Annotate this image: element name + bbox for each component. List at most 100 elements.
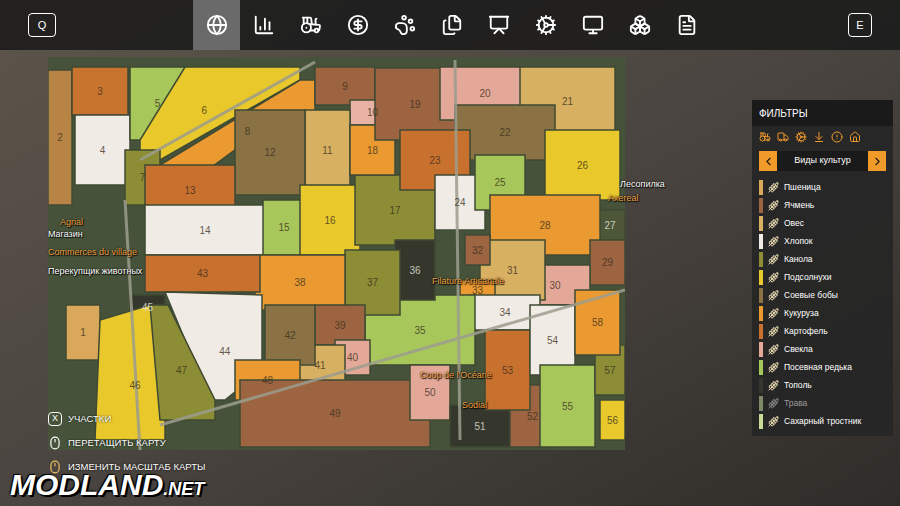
field[interactable] — [240, 380, 430, 447]
field-number: 1 — [80, 327, 86, 338]
place-label[interactable]: Agrial — [60, 217, 83, 228]
field-number: 16 — [324, 215, 336, 226]
menu-tab[interactable] — [240, 0, 287, 50]
crop-item[interactable]: Сахарный тростник — [759, 412, 886, 430]
field[interactable] — [145, 205, 265, 255]
field[interactable] — [545, 130, 620, 200]
menu-tab[interactable] — [193, 0, 240, 50]
menu-tab[interactable] — [475, 0, 522, 50]
field[interactable] — [145, 255, 260, 292]
selector-next[interactable] — [868, 151, 886, 171]
field-number: 14 — [199, 225, 211, 236]
field-number: 53 — [502, 365, 514, 376]
menu-tab[interactable] — [522, 0, 569, 50]
crop-item[interactable]: Трава — [759, 394, 886, 412]
crop-item[interactable]: Свекла — [759, 340, 886, 358]
crop-swatch — [759, 378, 763, 393]
field[interactable] — [590, 240, 625, 285]
field-number: 26 — [577, 160, 589, 171]
field-number: 24 — [454, 197, 466, 208]
crop-item[interactable]: Хлопок — [759, 232, 886, 250]
crop-swatch — [759, 216, 763, 231]
place-label[interactable]: Coop de l'Océane — [420, 370, 492, 381]
filter-icon[interactable] — [831, 131, 843, 143]
menu-tab[interactable] — [616, 0, 663, 50]
field[interactable] — [305, 110, 350, 190]
menu-tab[interactable] — [334, 0, 381, 50]
menu-tab[interactable] — [287, 0, 334, 50]
field[interactable] — [235, 110, 305, 195]
filter-icons — [752, 126, 893, 148]
field[interactable] — [395, 240, 435, 300]
field-number: 32 — [472, 245, 484, 256]
field-number: 51 — [474, 421, 486, 432]
menu-tab[interactable] — [381, 0, 428, 50]
filter-icon[interactable] — [777, 131, 789, 143]
field[interactable] — [75, 115, 130, 185]
crop-icon — [768, 254, 779, 265]
field[interactable] — [575, 290, 620, 355]
field[interactable] — [300, 185, 360, 255]
field[interactable] — [255, 255, 345, 310]
field-number: 36 — [409, 265, 421, 276]
place-label[interactable]: Axereal — [608, 193, 639, 204]
next-key[interactable]: E — [848, 13, 872, 37]
field-number: 50 — [424, 387, 436, 398]
crop-icon — [768, 308, 779, 319]
menu-tab[interactable] — [569, 0, 616, 50]
tab-icon — [253, 14, 275, 36]
crop-item[interactable]: Ячмень — [759, 196, 886, 214]
field[interactable] — [48, 70, 72, 205]
field-number: 33 — [472, 285, 484, 296]
key-badge: X — [48, 412, 62, 426]
filter-icon[interactable] — [759, 131, 771, 143]
crop-swatch — [759, 306, 763, 321]
tab-icon — [206, 14, 228, 36]
crop-item[interactable]: Соевые бобы — [759, 286, 886, 304]
field-number: 31 — [507, 265, 519, 276]
field[interactable] — [265, 305, 315, 365]
field[interactable] — [263, 200, 305, 255]
crop-item[interactable]: Овес — [759, 214, 886, 232]
menu-tab[interactable] — [663, 0, 710, 50]
crop-item[interactable]: Подсолнухи — [759, 268, 886, 286]
place-label[interactable]: Перекупщик животных — [48, 266, 142, 277]
crop-item[interactable]: Картофель — [759, 322, 886, 340]
crop-item[interactable]: Тополь — [759, 376, 886, 394]
field-number: 29 — [602, 257, 614, 268]
crop-swatch — [759, 198, 763, 213]
crop-item[interactable]: Канола — [759, 250, 886, 268]
crop-icon — [768, 362, 779, 373]
field-number: 38 — [294, 277, 306, 288]
controls-help: XУЧАСТКИПЕРЕТАЩИТЬ КАРТУИЗМЕНИТЬ МАСШТАБ… — [48, 410, 205, 476]
crop-item[interactable]: Пшеница — [759, 178, 886, 196]
field-number: 6 — [201, 105, 207, 116]
field[interactable] — [150, 305, 215, 420]
crop-selector[interactable]: Виды культур — [759, 151, 886, 171]
place-label[interactable]: Commerces du village — [48, 247, 137, 258]
filter-icon[interactable] — [795, 131, 807, 143]
tab-icon — [582, 14, 604, 36]
field-number: 8 — [245, 126, 251, 137]
field[interactable] — [66, 305, 100, 360]
place-label[interactable]: Filature Artisanale — [432, 276, 504, 287]
crop-item[interactable]: Кукуруза — [759, 304, 886, 322]
filter-icon[interactable] — [849, 131, 861, 143]
field[interactable] — [72, 67, 128, 115]
crop-swatch — [759, 252, 763, 267]
selector-prev[interactable] — [759, 151, 777, 171]
field[interactable] — [600, 400, 625, 440]
place-label[interactable]: Лесопилка — [620, 179, 665, 190]
field[interactable] — [540, 365, 595, 447]
tab-icon — [535, 14, 557, 36]
crop-icon — [768, 344, 779, 355]
field[interactable] — [315, 305, 365, 345]
place-label[interactable]: Магазин — [48, 229, 83, 240]
place-label[interactable]: Sodial — [462, 400, 487, 411]
prev-key[interactable]: Q — [28, 13, 56, 37]
field[interactable] — [465, 235, 490, 265]
filter-icon[interactable] — [813, 131, 825, 143]
crop-item[interactable]: Посевная редька — [759, 358, 886, 376]
menu-tab[interactable] — [428, 0, 475, 50]
field-number: 10 — [367, 107, 379, 118]
